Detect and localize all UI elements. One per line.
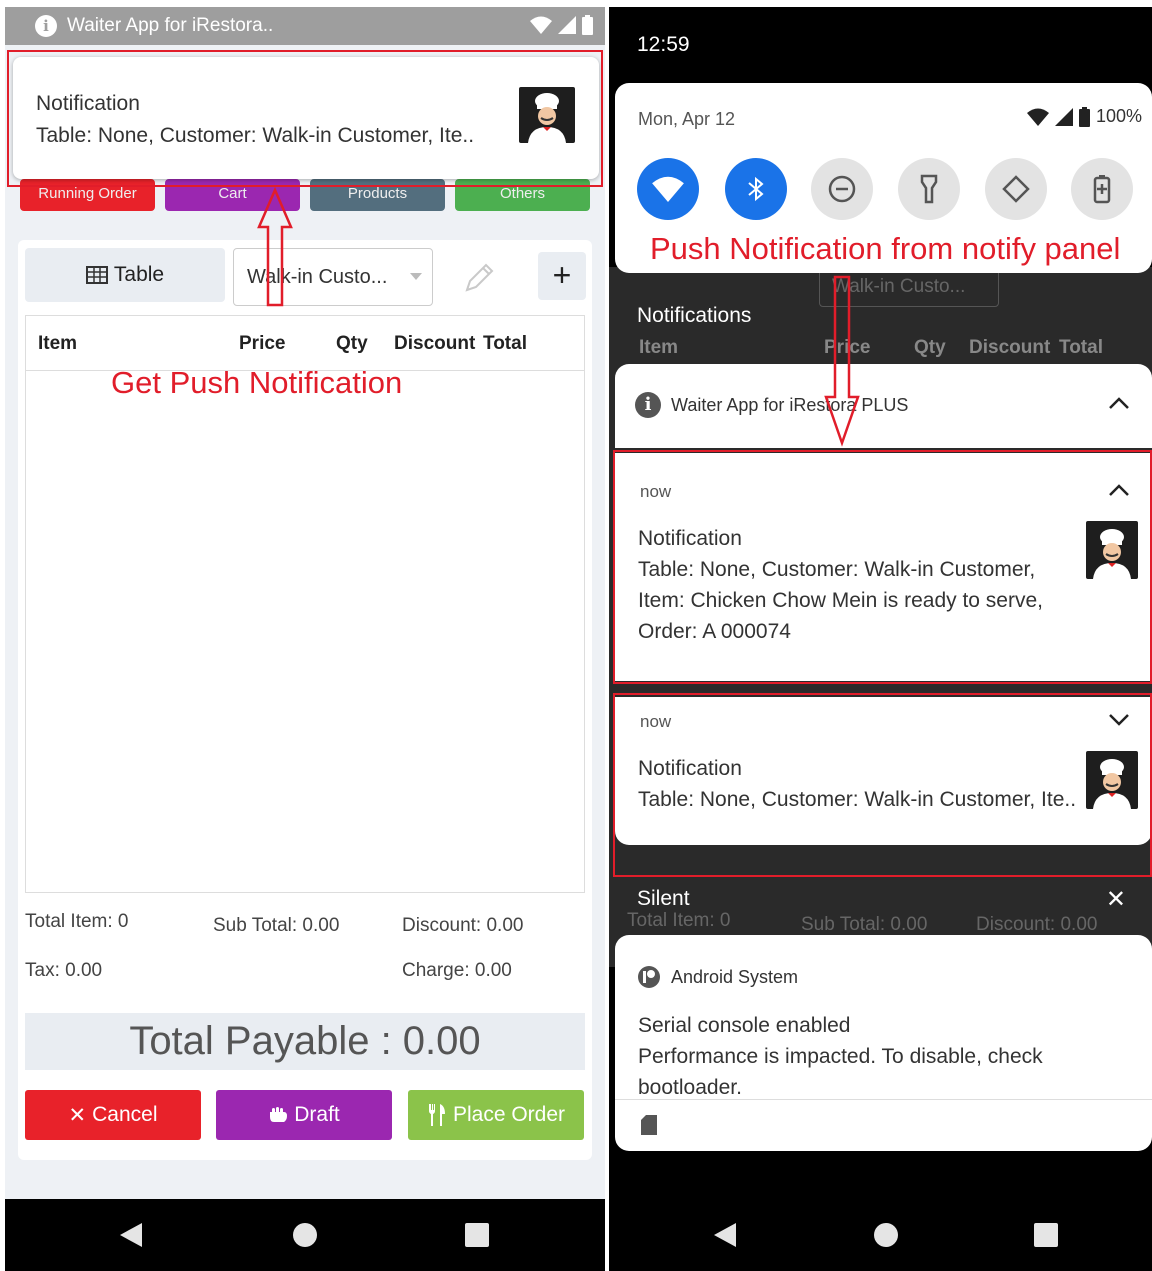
charge: Charge: 0.00 bbox=[402, 960, 512, 981]
flashlight-icon bbox=[920, 174, 938, 204]
cancel-button[interactable]: ✕ Cancel bbox=[25, 1090, 201, 1140]
rotate-icon bbox=[1002, 175, 1030, 203]
col-price: Price bbox=[239, 333, 286, 354]
pencil-icon[interactable] bbox=[461, 260, 497, 296]
wifi-icon bbox=[652, 176, 684, 202]
ghost-discount-val: Discount: 0.00 bbox=[976, 914, 1098, 935]
clear-all-close-icon[interactable]: ✕ bbox=[1106, 885, 1126, 914]
table-header: Item Price Qty Discount Total bbox=[26, 316, 584, 371]
notification-shade: Walk-in Custo... Item Price Qty Discount… bbox=[609, 7, 1152, 1271]
draft-button[interactable]: Draft bbox=[216, 1090, 392, 1140]
status-app-title: Waiter App for iRestora.. bbox=[67, 15, 274, 36]
divider bbox=[615, 1099, 1152, 1100]
qs-dnd-toggle[interactable] bbox=[811, 158, 873, 220]
ghost-discount: Discount bbox=[969, 337, 1051, 358]
table-grid-icon bbox=[85, 266, 108, 284]
wifi-icon bbox=[530, 16, 552, 34]
col-qty: Qty bbox=[336, 333, 368, 354]
qs-status-icons: 100% bbox=[1026, 106, 1142, 127]
qs-autorotate-toggle[interactable] bbox=[985, 158, 1047, 220]
annotation-box bbox=[613, 693, 1152, 877]
sub-total: Sub Total: 0.00 bbox=[213, 915, 340, 936]
wifi-icon bbox=[1026, 108, 1049, 126]
back-icon[interactable] bbox=[120, 1223, 142, 1247]
utensils-icon bbox=[428, 1104, 445, 1126]
hand-icon bbox=[270, 1107, 288, 1122]
annotation-box bbox=[7, 50, 603, 187]
ghost-item: Item bbox=[639, 337, 679, 358]
recents-icon[interactable] bbox=[465, 1223, 489, 1247]
qs-battery-saver-toggle[interactable] bbox=[1071, 158, 1133, 220]
android-system-title: Serial console enabled bbox=[638, 1014, 851, 1037]
navigation-bar bbox=[609, 1199, 1152, 1271]
signal-icon bbox=[1054, 107, 1073, 126]
table-button[interactable]: Table bbox=[25, 248, 225, 302]
battery-saver-icon bbox=[1093, 175, 1111, 204]
tax: Tax: 0.00 bbox=[25, 960, 103, 981]
total-payable: Total Payable : 0.00 bbox=[25, 1013, 585, 1070]
ghost-sub-total: Sub Total: 0.00 bbox=[801, 914, 928, 935]
ghost-total-item: Total Item: 0 bbox=[627, 910, 731, 931]
ghost-qty: Qty bbox=[914, 337, 946, 358]
silent-header: Silent bbox=[637, 887, 690, 910]
app-group-header[interactable]: i Waiter App for iRestora PLUS bbox=[615, 364, 1152, 448]
waiter-app-screen: i Waiter App for iRestora.. Running Orde… bbox=[5, 7, 605, 1271]
annotation-box bbox=[613, 450, 1152, 684]
quick-settings: Mon, Apr 12 100% Push Notification from … bbox=[615, 83, 1152, 273]
discount: Discount: 0.00 bbox=[402, 915, 524, 936]
chevron-down-icon bbox=[410, 273, 422, 280]
ghost-total: Total bbox=[1059, 337, 1103, 358]
android-system-app: Android System bbox=[671, 967, 799, 987]
place-order-button[interactable]: Place Order bbox=[408, 1090, 584, 1140]
signal-icon bbox=[558, 16, 576, 34]
system-icons bbox=[530, 15, 593, 35]
col-item: Item bbox=[38, 333, 78, 354]
bluetooth-icon bbox=[748, 176, 764, 202]
qs-wifi-toggle[interactable] bbox=[637, 158, 699, 220]
battery-icon bbox=[582, 15, 593, 35]
annotation-up-arrow-icon bbox=[257, 187, 293, 307]
annotation-notify-panel: Push Notification from notify panel bbox=[650, 231, 1121, 266]
annotation-get-push: Get Push Notification bbox=[111, 365, 403, 400]
app-name: Waiter App for iRestora PLUS bbox=[671, 395, 909, 415]
qs-bluetooth-toggle[interactable] bbox=[725, 158, 787, 220]
recents-icon[interactable] bbox=[1034, 1223, 1058, 1247]
col-discount: Discount bbox=[394, 333, 476, 354]
do-not-disturb-icon bbox=[828, 175, 856, 203]
android-system-notification[interactable]: Android System Serial console enabled Pe… bbox=[615, 935, 1152, 1151]
add-customer-button[interactable]: + bbox=[538, 252, 586, 300]
col-total: Total bbox=[483, 333, 527, 354]
total-item: Total Item: 0 bbox=[25, 911, 129, 932]
order-table: Item Price Qty Discount Total bbox=[25, 315, 585, 893]
annotation-down-arrow-icon bbox=[824, 275, 860, 447]
chevron-up-icon[interactable] bbox=[1108, 396, 1130, 410]
info-icon: i bbox=[35, 15, 57, 37]
qs-flashlight-toggle[interactable] bbox=[898, 158, 960, 220]
status-bar: i Waiter App for iRestora.. bbox=[5, 7, 605, 45]
sd-card-icon bbox=[641, 1115, 657, 1135]
android-system-body: Performance is impacted. To disable, che… bbox=[638, 1045, 1043, 1099]
navigation-bar bbox=[5, 1199, 605, 1271]
home-icon[interactable] bbox=[293, 1223, 317, 1247]
close-icon: ✕ bbox=[68, 1103, 87, 1127]
info-icon: i bbox=[635, 392, 661, 418]
date: Mon, Apr 12 bbox=[638, 109, 736, 129]
home-icon[interactable] bbox=[874, 1223, 898, 1247]
android-system-icon bbox=[638, 966, 660, 988]
battery-percent: 100% bbox=[1095, 106, 1142, 126]
battery-icon bbox=[1078, 106, 1090, 127]
clock: 12:59 bbox=[637, 33, 690, 56]
back-icon[interactable] bbox=[714, 1223, 736, 1247]
notifications-header: Notifications bbox=[637, 304, 752, 327]
